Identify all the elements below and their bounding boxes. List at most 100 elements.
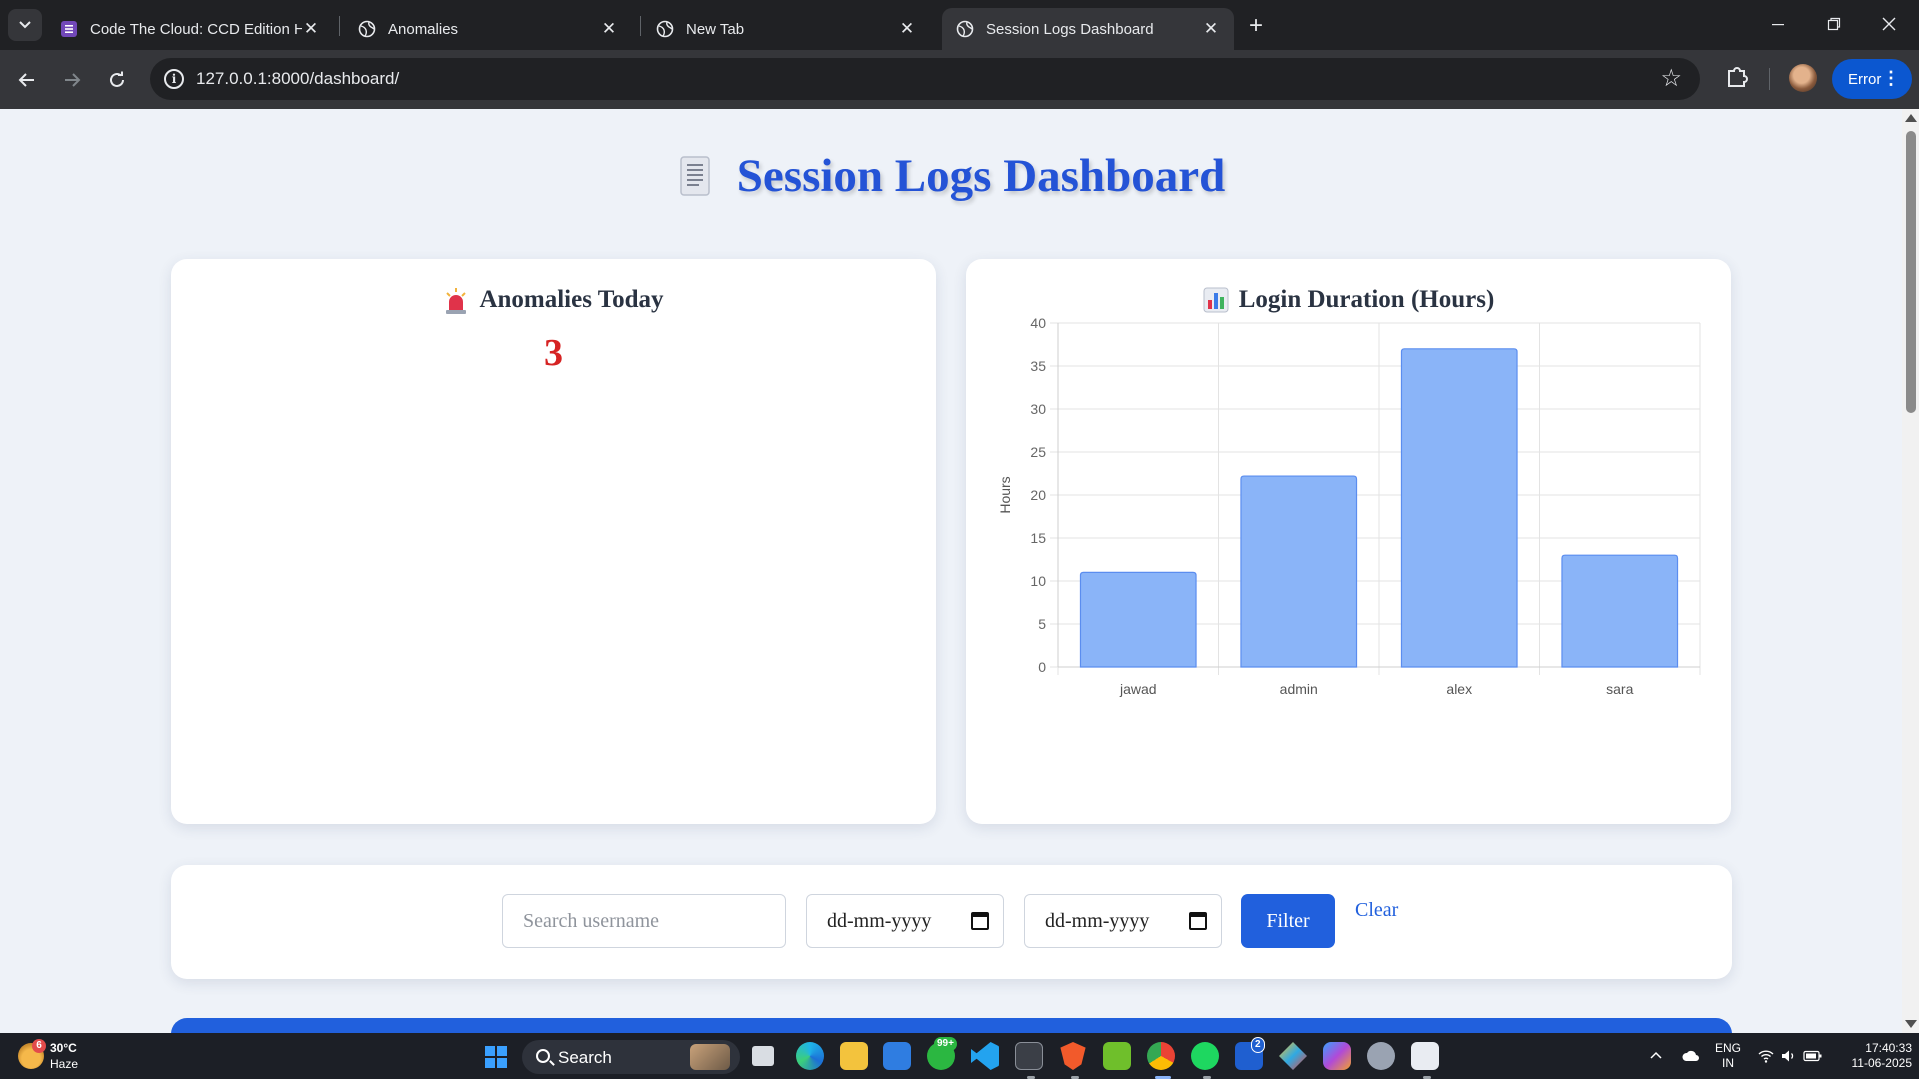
x-tick-label: sara xyxy=(1606,681,1633,697)
start-button[interactable] xyxy=(485,1046,507,1068)
close-icon[interactable]: ✕ xyxy=(898,20,916,38)
page-header: Session Logs Dashboard xyxy=(0,149,1902,203)
date-to-value: dd-mm-yyyy xyxy=(1045,909,1150,932)
extensions-button[interactable] xyxy=(1722,62,1752,92)
back-button[interactable] xyxy=(11,64,43,96)
page-scrollbar[interactable] xyxy=(1902,109,1919,1033)
date-to-input[interactable]: dd-mm-yyyy xyxy=(1024,894,1222,948)
site-info-icon[interactable]: i xyxy=(164,69,184,89)
file-explorer-icon[interactable] xyxy=(840,1042,868,1070)
filter-button[interactable]: Filter xyxy=(1241,894,1335,948)
scroll-down-icon[interactable] xyxy=(1905,1020,1917,1028)
language-code: ENG xyxy=(1715,1041,1742,1055)
spotify-icon[interactable] xyxy=(1191,1042,1219,1070)
snipping-tool-icon[interactable] xyxy=(1411,1042,1439,1070)
address-bar[interactable]: i 127.0.0.1:8000/dashboard/ ☆ xyxy=(150,58,1700,100)
filter-card: Search username dd-mm-yyyy dd-mm-yyyy Fi… xyxy=(171,865,1732,979)
globe-icon xyxy=(656,20,674,38)
date-from-input[interactable]: dd-mm-yyyy xyxy=(806,894,1004,948)
globe-icon xyxy=(956,20,974,38)
close-icon[interactable]: ✕ xyxy=(1202,20,1220,38)
close-icon xyxy=(1882,17,1896,31)
y-tick-label: 20 xyxy=(1030,487,1046,503)
profile-avatar[interactable] xyxy=(1789,64,1817,92)
weather-desc[interactable]: Haze xyxy=(50,1057,78,1071)
close-icon[interactable]: ✕ xyxy=(302,20,320,38)
tab-search-button[interactable] xyxy=(8,9,42,41)
arrow-right-icon xyxy=(65,73,81,87)
weather-badge: 6 xyxy=(32,1039,46,1053)
chrome-icon[interactable] xyxy=(1147,1042,1175,1070)
more-vert-icon[interactable]: ⋮ xyxy=(1882,68,1900,88)
scroll-up-icon[interactable] xyxy=(1905,114,1917,122)
tab-title: Anomalies xyxy=(388,20,459,38)
reload-button[interactable] xyxy=(101,64,133,96)
wifi-icon[interactable] xyxy=(1758,1033,1774,1079)
anomalies-heading: Anomalies Today xyxy=(171,286,936,314)
clock-time: 17:40:33 xyxy=(1865,1041,1912,1055)
bar-alex xyxy=(1400,348,1518,668)
bar-jawad xyxy=(1079,571,1197,668)
x-tick-label: admin xyxy=(1280,681,1318,697)
y-axis-title: Hours xyxy=(997,476,1013,513)
terminal-icon[interactable] xyxy=(1015,1042,1043,1070)
whatsapp-badge: 99+ xyxy=(934,1037,957,1051)
system-clock[interactable]: 17:40:33 11-06-2025 xyxy=(1836,1041,1913,1071)
tab-anomalies[interactable]: Anomalies ✕ xyxy=(344,8,632,50)
browser-toolbar: i 127.0.0.1:8000/dashboard/ ☆ xyxy=(0,50,1919,109)
puzzle-icon xyxy=(1728,67,1748,87)
siren-icon xyxy=(446,288,467,314)
weather-temp[interactable]: 30°C xyxy=(50,1041,77,1055)
sessions-table-header xyxy=(171,1018,1732,1033)
calendar-icon[interactable] xyxy=(1189,912,1207,930)
url-text[interactable]: 127.0.0.1:8000/dashboard/ xyxy=(196,69,399,89)
forward-button[interactable] xyxy=(56,64,88,96)
chart-heading: Login Duration (Hours) xyxy=(966,286,1731,314)
close-icon[interactable]: ✕ xyxy=(600,20,618,38)
chart-heading-text: Login Duration (Hours) xyxy=(1238,286,1495,313)
close-window-button[interactable] xyxy=(1869,6,1909,42)
calendar-icon[interactable] xyxy=(971,912,989,930)
restore-button[interactable] xyxy=(1814,6,1854,42)
clear-link[interactable]: Clear xyxy=(1355,899,1398,922)
tab-code-the-cloud[interactable]: Code The Cloud: CCD Edition H ✕ xyxy=(46,8,334,50)
y-tick-label: 10 xyxy=(1030,573,1046,589)
y-tick-label: 0 xyxy=(1038,659,1046,675)
tab-strip: Code The Cloud: CCD Edition H ✕ Anomalie… xyxy=(0,0,1919,50)
tab-new-tab[interactable]: New Tab ✕ xyxy=(642,8,930,50)
language-indicator[interactable]: ENG IN xyxy=(1715,1041,1741,1071)
tab-session-logs-dashboard[interactable]: Session Logs Dashboard ✕ xyxy=(942,8,1234,50)
edge-icon[interactable] xyxy=(796,1042,824,1070)
profile-error-button[interactable]: Error ⋮ xyxy=(1832,59,1912,99)
gitkraken-icon[interactable] xyxy=(1279,1042,1307,1070)
onedrive-icon[interactable] xyxy=(1682,1033,1700,1079)
anomalies-heading-text: Anomalies Today xyxy=(479,286,664,313)
region-code: IN xyxy=(1722,1056,1734,1070)
task-view-icon[interactable] xyxy=(752,1046,774,1066)
copilot-icon[interactable] xyxy=(1323,1042,1351,1070)
settings-gear-icon[interactable] xyxy=(1367,1042,1395,1070)
volume-icon[interactable] xyxy=(1781,1033,1797,1079)
new-tab-button[interactable]: + xyxy=(1240,10,1272,42)
nvidia-icon[interactable] xyxy=(1103,1042,1131,1070)
page-title: Session Logs Dashboard xyxy=(736,150,1226,202)
bookmark-star-icon[interactable]: ☆ xyxy=(1660,64,1682,93)
date-from-value: dd-mm-yyyy xyxy=(827,909,932,932)
x-tick-label: alex xyxy=(1446,681,1472,697)
vscode-icon[interactable] xyxy=(971,1042,999,1070)
plus-icon: + xyxy=(1248,12,1263,39)
bar-admin xyxy=(1240,475,1358,668)
show-hidden-icons[interactable] xyxy=(1650,1033,1662,1079)
minimize-button[interactable] xyxy=(1758,6,1798,42)
brave-icon[interactable] xyxy=(1060,1042,1086,1070)
y-tick-label: 35 xyxy=(1030,358,1046,374)
minimize-icon xyxy=(1772,24,1784,26)
scrollbar-thumb[interactable] xyxy=(1906,131,1916,413)
anomaly-count: 3 xyxy=(544,332,563,374)
battery-icon[interactable] xyxy=(1803,1033,1823,1079)
taskbar-search[interactable]: Search xyxy=(522,1040,740,1074)
search-highlight-image xyxy=(690,1044,730,1070)
username-search-input[interactable]: Search username xyxy=(502,894,786,948)
tab-title: Session Logs Dashboard xyxy=(986,20,1154,38)
drawing-app-icon[interactable] xyxy=(883,1042,911,1070)
